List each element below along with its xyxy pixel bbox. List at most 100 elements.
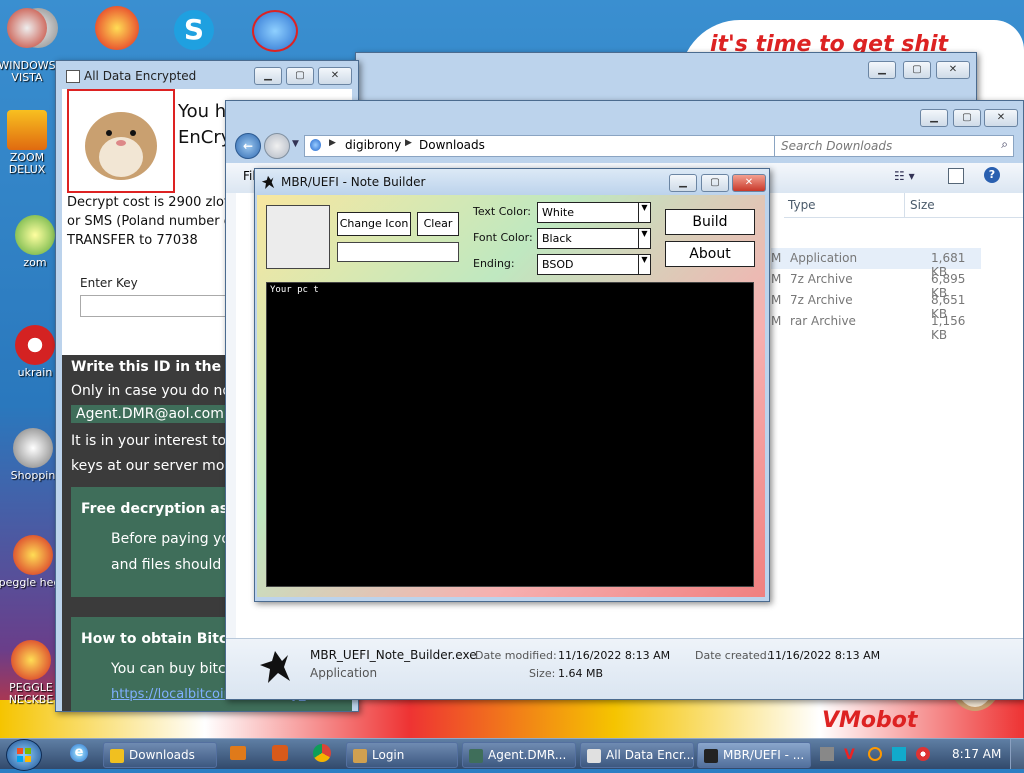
free-heading: Free decryption as <box>81 501 229 517</box>
back-button[interactable]: ← <box>235 133 261 159</box>
column-type[interactable]: Type <box>788 198 816 212</box>
taskbar-item-downloads[interactable]: Downloads <box>103 742 217 768</box>
skype-icon[interactable]: S <box>174 10 214 50</box>
note-text-area[interactable]: Your pc t <box>266 282 754 587</box>
browser-icon[interactable] <box>252 10 298 52</box>
maximize-button[interactable]: ▢ <box>286 67 314 85</box>
table-row[interactable]: M 7z Archive 8,651 KB <box>771 290 981 321</box>
title-bar[interactable]: MBR/UEFI - Note Builder ▁ ▢ ✕ <box>255 169 769 195</box>
close-button[interactable]: ✕ <box>984 109 1018 127</box>
id-value: Agent.DMR@aol.com <box>71 405 229 423</box>
icon-path-field[interactable] <box>337 242 459 262</box>
title-bar[interactable]: ▁ ▢ ✕ <box>226 101 1023 129</box>
help-icon[interactable]: ? <box>984 167 1000 183</box>
taskbar-item-note-builder[interactable]: MBR/UEFI - ... <box>697 742 811 768</box>
taskbar-item-agent[interactable]: Agent.DMR... <box>462 742 576 768</box>
peggle-icon[interactable] <box>95 6 139 50</box>
desktop-icon-zoom-delux[interactable]: ZOOM DELUX <box>0 110 62 176</box>
builder-client: Change Icon Clear Text Color: White ▼ Fo… <box>257 195 765 597</box>
text-color-label: Text Color: <box>473 205 531 218</box>
taskbar-item-all-data[interactable]: All Data Encr... <box>580 742 694 768</box>
close-button[interactable]: ✕ <box>936 61 970 79</box>
obtain-heading: How to obtain Bitco <box>81 631 237 647</box>
title-bar[interactable]: All Data Encrypted ▁ ▢ ✕ <box>56 61 358 89</box>
row-type: 7z Archive <box>790 293 853 307</box>
maximize-button[interactable]: ▢ <box>701 174 729 192</box>
window-icon <box>587 748 601 763</box>
enter-key-label: Enter Key <box>80 276 138 290</box>
minimize-button[interactable]: ▁ <box>254 67 282 85</box>
maximize-button[interactable]: ▢ <box>903 61 931 79</box>
minimize-button[interactable]: ▁ <box>669 174 697 192</box>
view-options-icon[interactable]: ☷ ▾ <box>894 169 915 183</box>
text-color-select[interactable]: White ▼ <box>537 202 651 223</box>
column-size[interactable]: Size <box>910 198 935 212</box>
details-pane: MBR_UEFI_Note_Builder.exe Application Da… <box>226 638 1023 699</box>
free-line1: Before paying you <box>111 531 239 547</box>
search-icon[interactable]: ⌕ <box>1001 137 1008 152</box>
navigation-pane <box>226 193 236 638</box>
close-button[interactable]: ✕ <box>732 174 766 192</box>
id-line2: It is in your interest to r <box>71 433 237 449</box>
row-flag: M <box>771 251 782 265</box>
detail-size-label: Size: <box>529 667 556 680</box>
preview-pane-icon[interactable] <box>948 168 964 184</box>
clear-button[interactable]: Clear <box>417 212 459 236</box>
note-builder-window[interactable]: MBR/UEFI - Note Builder ▁ ▢ ✕ Change Ico… <box>254 168 770 602</box>
app-icon <box>258 647 292 685</box>
record-tray-icon[interactable] <box>916 747 930 761</box>
icon-preview[interactable] <box>266 205 330 269</box>
folder-icon <box>110 748 124 763</box>
maximize-button[interactable]: ▢ <box>953 109 981 127</box>
search-input[interactable]: Search Downloads ⌕ <box>774 135 1014 157</box>
zoom-icon <box>7 110 47 150</box>
minimize-button[interactable]: ▁ <box>868 61 896 79</box>
row-flag: M <box>771 272 782 286</box>
table-row[interactable]: M rar Archive 1,156 KB <box>771 311 981 342</box>
forward-button[interactable] <box>264 133 290 159</box>
task-label: Downloads <box>129 748 195 762</box>
wallpaper-text-bottom: VMobot <box>822 708 918 733</box>
taskbar-item-login[interactable]: Login <box>346 742 458 768</box>
ie-icon[interactable]: e <box>70 744 88 762</box>
detail-filetype: Application <box>310 666 378 680</box>
table-row[interactable]: M 7z Archive 6,895 KB <box>771 269 981 300</box>
monitor-tray-icon[interactable] <box>892 747 906 761</box>
minimize-button[interactable]: ▁ <box>920 109 948 127</box>
ransom-body-line3: TRANSFER to 77038 <box>67 233 198 248</box>
search-tray-icon[interactable] <box>868 747 882 761</box>
start-button[interactable] <box>6 739 42 771</box>
ending-value: BSOD <box>542 258 574 271</box>
tray-v-icon[interactable]: V <box>844 747 858 763</box>
font-color-select[interactable]: Black ▼ <box>537 228 651 249</box>
text-color-value: White <box>542 206 574 219</box>
history-dropdown-icon[interactable]: ▼ <box>292 139 299 149</box>
chevron-down-icon: ▼ <box>638 255 650 274</box>
search-placeholder: Search Downloads <box>781 139 893 153</box>
close-button[interactable]: ✕ <box>318 67 352 85</box>
chevron-down-icon: ▼ <box>638 229 650 248</box>
ransom-body-line2: or SMS (Poland number o <box>67 214 232 229</box>
chevron-down-icon: ▼ <box>638 203 650 222</box>
breadcrumb-digibrony[interactable]: digibrony <box>345 138 401 152</box>
build-button[interactable]: Build <box>665 209 755 235</box>
ransom-heading-line1: You h <box>178 101 227 122</box>
task-label: Login <box>372 748 405 762</box>
breadcrumb-downloads[interactable]: Downloads <box>419 138 485 152</box>
desktop-icon-windows-vista[interactable]: WINDOWS VISTA <box>0 8 62 84</box>
about-button[interactable]: About <box>665 241 755 267</box>
ending-label: Ending: <box>473 257 515 270</box>
clock[interactable]: 8:17 AM <box>952 747 1001 761</box>
peggle-icon <box>13 535 53 575</box>
paint-icon[interactable] <box>272 745 288 761</box>
ending-select[interactable]: BSOD ▼ <box>537 254 651 275</box>
media-player-icon[interactable] <box>230 746 246 760</box>
table-row[interactable]: M Application 1,681 KB <box>771 248 981 279</box>
tray-app-icon[interactable] <box>820 747 834 761</box>
show-desktop-button[interactable] <box>1010 739 1024 769</box>
chrome-icon[interactable] <box>313 744 331 762</box>
detail-created-label: Date created: <box>695 649 771 662</box>
chevron-right-icon: ▶ <box>329 138 336 148</box>
column-divider <box>904 193 905 217</box>
change-icon-button[interactable]: Change Icon <box>337 212 411 236</box>
